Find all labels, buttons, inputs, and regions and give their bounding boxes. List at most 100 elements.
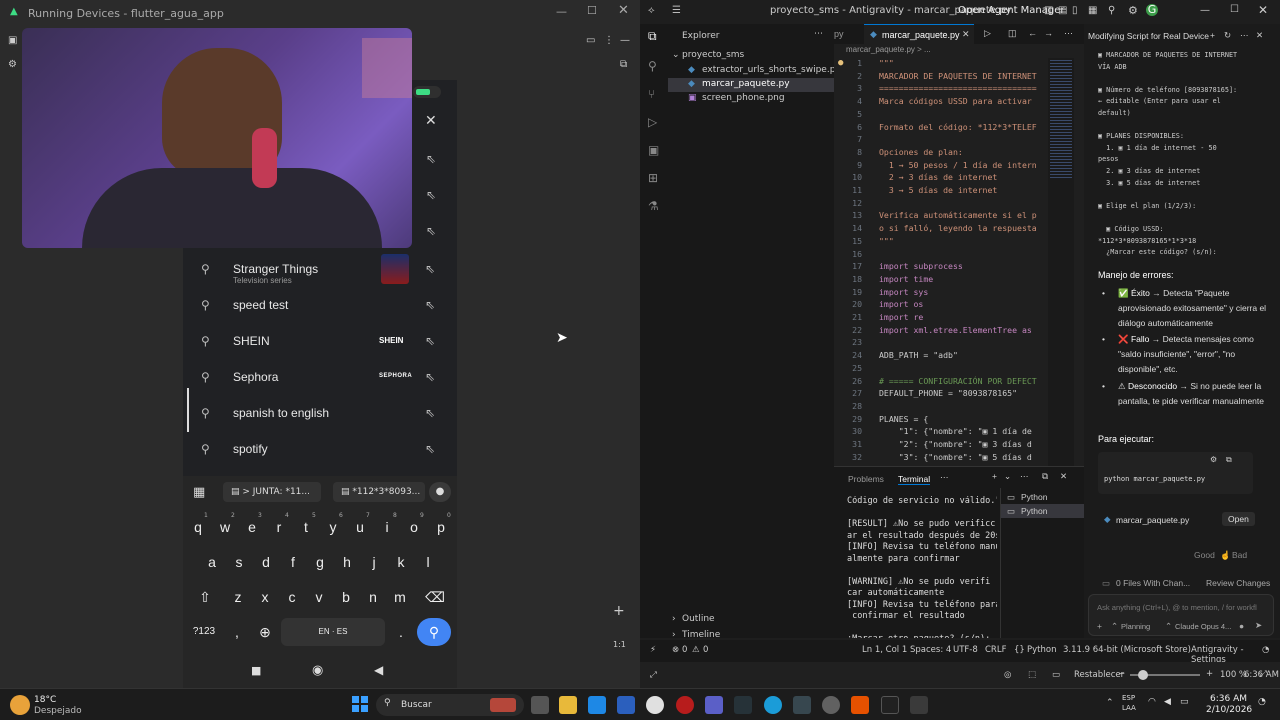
apps-grid-icon[interactable]: ▦ [193,486,205,499]
space-key[interactable]: EN · ES [281,618,385,646]
model-selector[interactable]: Claude Opus 4... [1175,622,1231,631]
file-item[interactable]: ◆ extractor_urls_shorts_swipe.py [668,64,841,78]
clock-time[interactable]: 6:36 AM [1210,694,1247,704]
suggestion-item[interactable]: ⚲ spanish to english ⇖ [183,388,457,432]
suggestion-item[interactable]: ⚲ speed test ⇖ [183,288,457,324]
key-k[interactable]: k [389,548,413,576]
more-icon[interactable]: ⋯ [1240,30,1249,41]
volume-icon[interactable]: ◀ [1164,697,1171,707]
good-feedback[interactable]: Good [1194,550,1215,560]
key-g[interactable]: g [308,548,332,576]
chat-input[interactable]: Ask anything (Ctrl+L), @ to mention, / f… [1088,594,1274,636]
device-settings-icon[interactable]: ⚙ [8,60,17,70]
key-d[interactable]: d [254,548,278,576]
antigravity-icon[interactable] [734,696,752,714]
key-b[interactable]: b [334,583,358,611]
windows-start-icon[interactable] [352,696,368,712]
maximize-panel-icon[interactable]: ⧉ [1042,471,1048,482]
testing-icon[interactable]: ⚗ [648,200,659,212]
key-period[interactable]: . [389,618,413,646]
sidebar-icon[interactable]: ▯ [1072,6,1078,16]
back-icon[interactable]: ← [1028,28,1037,38]
run-icon[interactable]: ▷ [984,28,991,39]
maximize-icon[interactable]: ☐ [1230,5,1239,15]
key-comma[interactable]: , [225,618,249,646]
encoding[interactable]: UTF-8 [953,645,978,655]
terminal-app-icon[interactable] [881,696,899,714]
add-context-icon[interactable]: + [1097,621,1102,631]
extensions-icon[interactable]: ⊞ [648,172,658,184]
mic-icon[interactable]: ● [1239,621,1244,631]
weather-icon[interactable] [10,695,30,715]
language-mode[interactable]: Python [1027,645,1056,655]
run-debug-icon[interactable]: ▷ [648,116,657,128]
open-button[interactable]: Open [1222,512,1255,526]
fill-arrow-icon[interactable]: ⇖ [425,370,435,384]
copilot-icon[interactable] [588,696,606,714]
zoom-in-icon[interactable]: + [1206,669,1213,679]
battery-icon[interactable]: ▭ [1180,697,1189,707]
tab-previous[interactable]: py [834,29,844,39]
vivaldi-icon[interactable] [676,696,694,714]
gear-icon[interactable]: ⚙ [1128,5,1138,16]
avatar[interactable]: G [1146,4,1158,16]
shift-icon[interactable]: ⇧ [191,583,219,611]
fill-arrow-icon[interactable]: ⇖ [425,334,435,348]
key-c[interactable]: c [280,583,304,611]
clear-search-icon[interactable]: ✕ [425,114,437,128]
more-icon[interactable]: ⋯ [1064,28,1073,39]
zoom-slider[interactable] [1130,670,1200,680]
suggestion-item[interactable]: ⚲ Stranger Things Television series ⇖ [183,252,457,288]
clipboard-chip[interactable]: ▤ > JUNTA: *11... [223,482,321,502]
terminal-output[interactable]: Código de servicio no válido." [RESULT] ⚠… [847,496,997,638]
file-explorer-icon[interactable] [559,696,577,714]
mic-icon[interactable]: ● [429,482,451,502]
fill-arrow-icon[interactable]: ⇖ [426,225,436,237]
edge-icon[interactable] [764,696,782,714]
mode-selector[interactable]: Planning [1121,622,1150,631]
fill-arrow-icon[interactable]: ⇖ [425,406,435,420]
bad-feedback[interactable]: Bad [1232,550,1247,560]
close-panel-icon[interactable]: ✕ [1060,471,1067,482]
tab-problems[interactable]: Problems [848,474,884,484]
tray-chevron-icon[interactable]: ⌃ [1106,698,1114,708]
key-n[interactable]: n [361,583,385,611]
key-a[interactable]: a [200,548,224,576]
tab-terminal[interactable]: Terminal [898,474,931,485]
interpreter[interactable]: 3.11.9 64-bit (Microsoft Store) [1063,645,1191,655]
file-item[interactable]: ◆ marcar_paquete.py [668,78,834,92]
key-f[interactable]: f [281,548,305,576]
zoom-ratio[interactable]: 1:1 [613,640,626,649]
active-app-icon[interactable] [910,696,928,714]
chrome-icon[interactable] [646,696,664,714]
clipboard-chip[interactable]: ▤ *112*3*8093... [333,482,425,502]
panel-icon[interactable]: ▤ [1058,6,1067,16]
device-tab-icon[interactable]: ▣ [8,36,17,46]
hide-icon[interactable]: — [620,36,630,46]
add-terminal-icon[interactable]: + [992,471,997,481]
screen-icon[interactable]: ▭ [1052,670,1060,680]
cursor-position[interactable]: Ln 1, Col 1 [862,645,907,655]
notifications-icon[interactable]: ◔ [1258,697,1266,707]
file-item[interactable]: ▣ screen_phone.png [668,92,834,106]
error-count[interactable]: 0 [682,645,687,655]
language-layout[interactable]: LAA [1122,704,1136,712]
key-v[interactable]: v [307,583,331,611]
copy-icon[interactable]: ⧉ [1226,455,1232,465]
review-changes-button[interactable]: Review Changes [1206,578,1270,588]
files-changed[interactable]: 0 Files With Chan... [1116,578,1190,588]
backspace-icon[interactable]: ⌫ [421,583,449,611]
remote-desktop-icon[interactable] [793,696,811,714]
task-view-icon[interactable] [531,696,549,714]
fill-arrow-icon[interactable]: ⇖ [425,298,435,312]
zoom-slider-thumb[interactable] [1138,670,1148,680]
remote-icon[interactable]: ⚡ [650,645,656,655]
more-icon[interactable]: ⋮ [604,36,614,46]
errors-icon[interactable]: ⊗ [672,645,679,655]
outline-section[interactable]: › Outline [668,614,834,626]
symbols-key[interactable]: ?123 [189,618,219,646]
suggestion-item[interactable]: ⚲ spotify ⇖ [183,432,457,468]
search-icon[interactable]: ⚲ [648,60,657,72]
weather-desc[interactable]: Despejado [34,706,82,716]
fill-arrow-icon[interactable]: ⇖ [425,262,435,276]
